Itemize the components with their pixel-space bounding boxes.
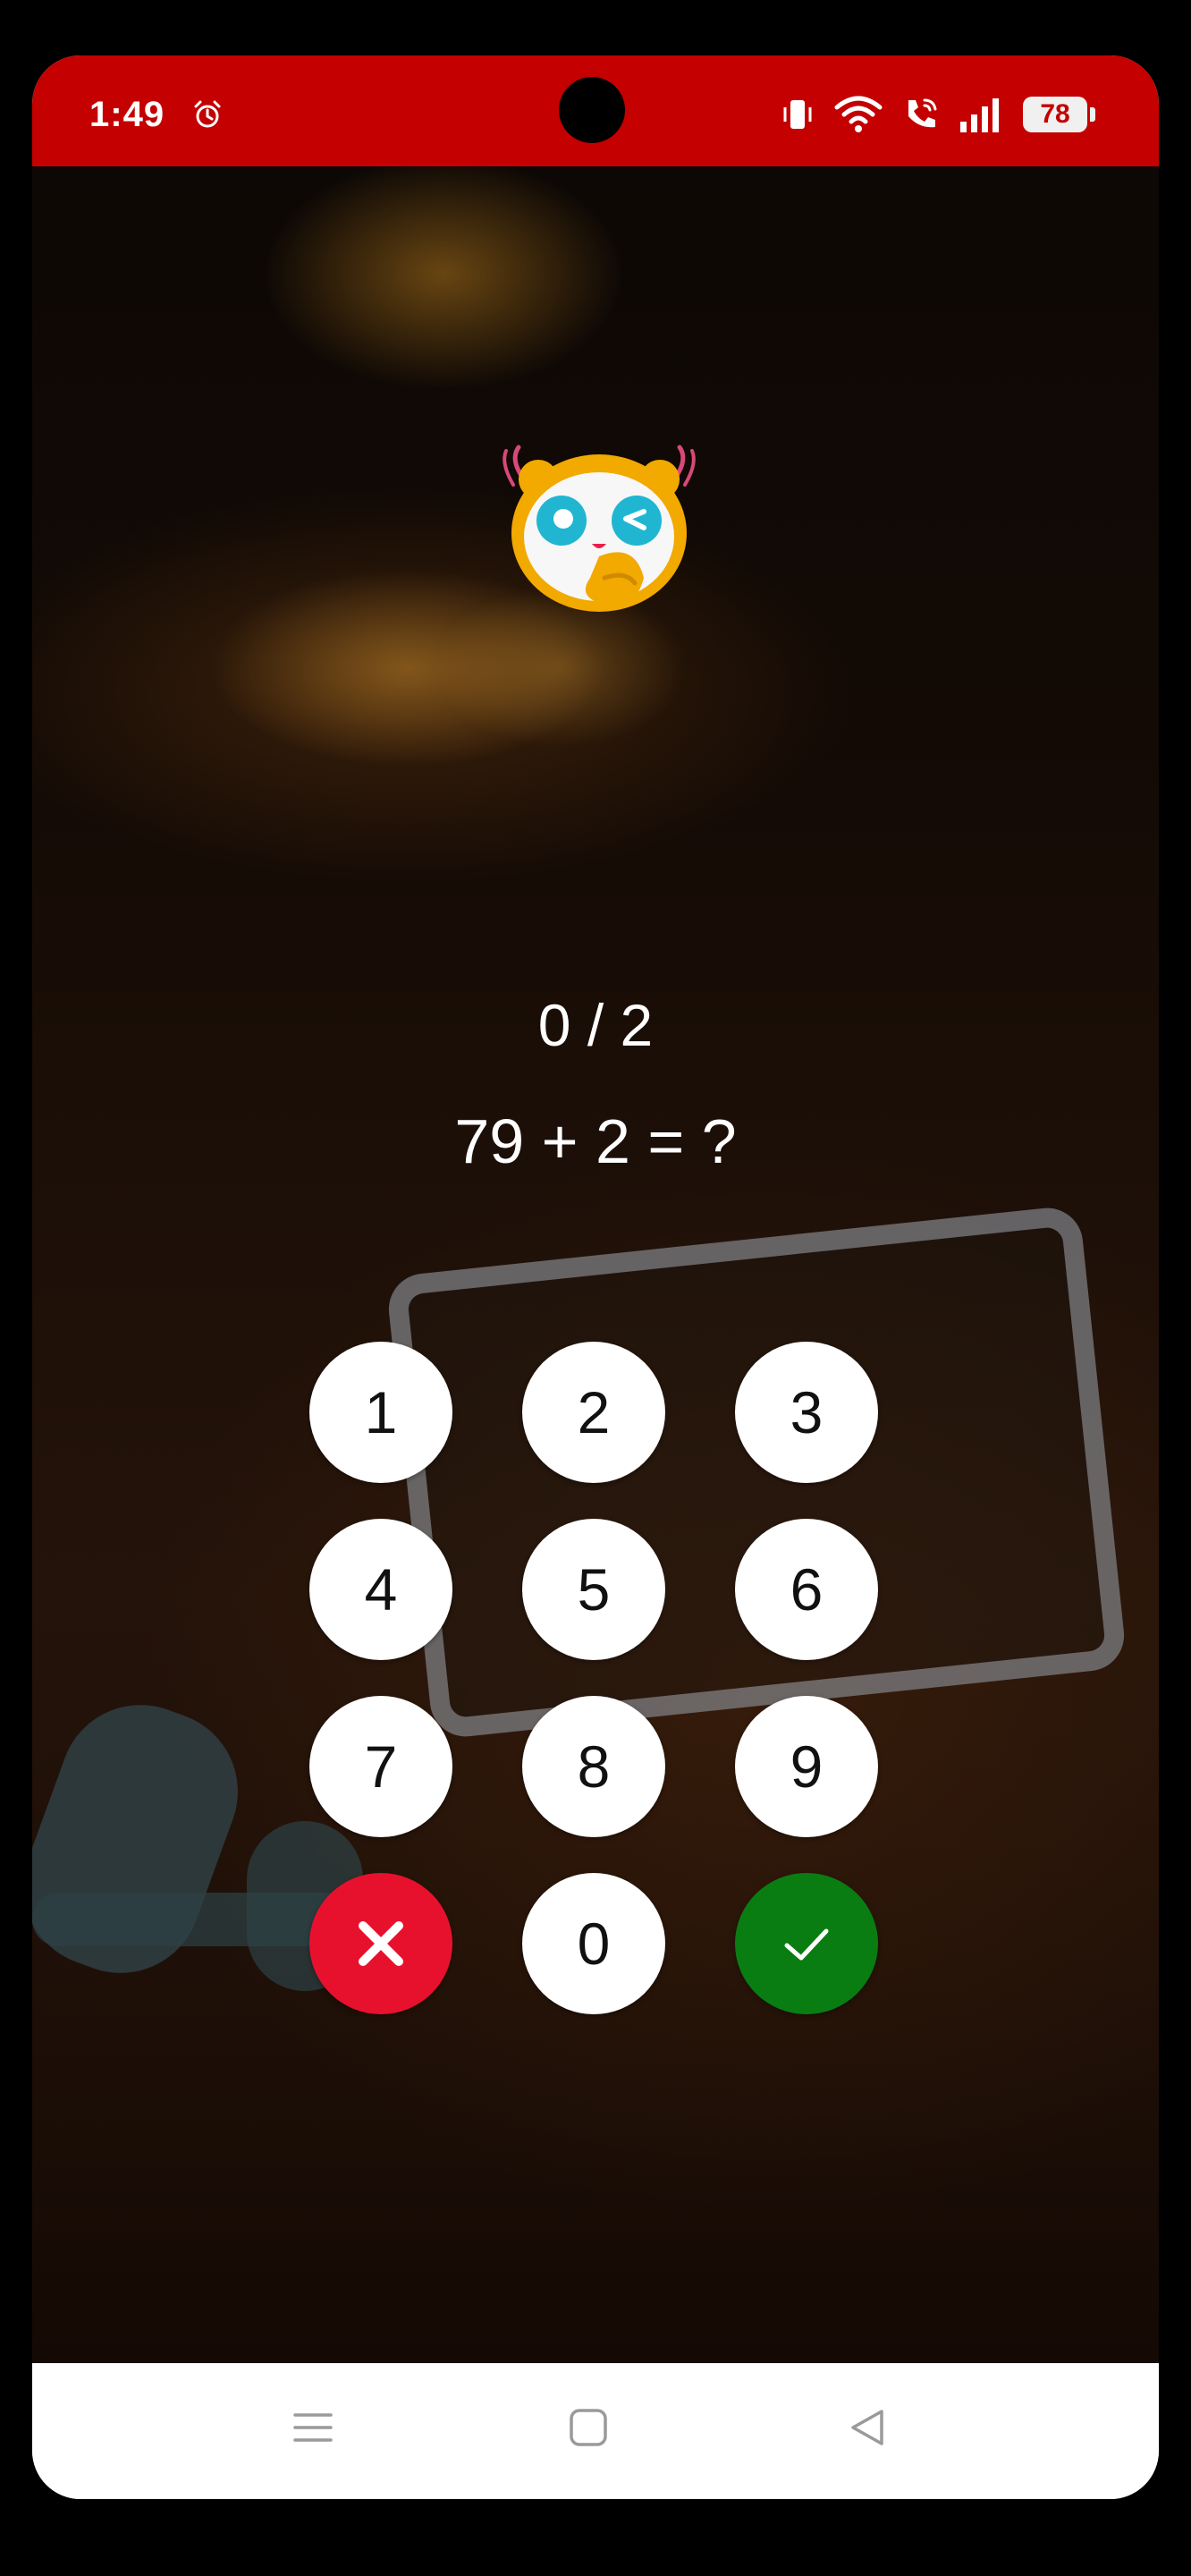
front-camera — [559, 77, 625, 143]
key-7[interactable]: 7 — [309, 1696, 452, 1837]
progress-counter: 0 / 2 — [537, 992, 654, 1058]
wifi-icon — [834, 96, 883, 132]
checkmark-icon — [784, 1928, 829, 1961]
panda-face-icon — [503, 445, 696, 612]
key-4[interactable]: 4 — [309, 1519, 452, 1660]
key-1[interactable]: 1 — [309, 1342, 452, 1483]
key-8[interactable]: 8 — [522, 1696, 665, 1837]
wifi-calling-icon — [908, 98, 937, 128]
menu-icon[interactable] — [291, 2406, 334, 2449]
navigation-bar — [32, 2363, 1159, 2499]
key-9[interactable]: 9 — [735, 1696, 878, 1837]
math-question: 79 + 2 = ? — [454, 1106, 737, 1176]
background-earbud — [32, 1682, 261, 1996]
alarm-icon — [194, 100, 221, 128]
number-keypad: 1 2 3 4 5 6 7 8 9 0 — [309, 1342, 882, 2039]
key-6[interactable]: 6 — [735, 1519, 878, 1660]
challenge-screen: 0 / 2 79 + 2 = ? 1 2 3 4 5 6 7 8 9 0 — [32, 166, 1159, 2363]
key-2[interactable]: 2 — [522, 1342, 665, 1483]
vibrate-icon — [783, 100, 812, 129]
screen: 1:49 78 0 / 2 79 + 2 = ? 1 2 3 4 5 6 7 8… — [32, 55, 1159, 2499]
battery-icon: 78 — [1023, 97, 1095, 132]
status-icons: 78 — [780, 95, 1095, 134]
status-time: 1:49 — [89, 95, 165, 134]
home-icon[interactable] — [567, 2406, 610, 2449]
clear-button[interactable] — [309, 1873, 452, 2014]
key-3[interactable]: 3 — [735, 1342, 878, 1483]
key-0[interactable]: 0 — [522, 1873, 665, 2014]
back-icon[interactable] — [846, 2406, 889, 2449]
status-bar: 1:49 78 — [32, 55, 1159, 166]
close-icon — [359, 1921, 403, 1966]
device-frame: 1:49 78 0 / 2 79 + 2 = ? 1 2 3 4 5 6 7 8… — [0, 0, 1191, 2576]
key-5[interactable]: 5 — [522, 1519, 665, 1660]
signal-icon — [960, 98, 999, 132]
confirm-button[interactable] — [735, 1873, 878, 2014]
